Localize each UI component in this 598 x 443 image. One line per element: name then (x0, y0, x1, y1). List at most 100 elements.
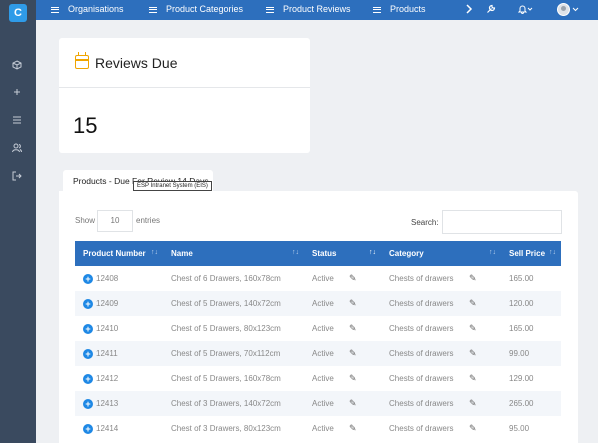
pencil-icon[interactable]: ✎ (349, 273, 357, 283)
category-cell: Chests of drawers (381, 366, 470, 391)
col-category[interactable]: Category ↑↓ (381, 241, 502, 266)
chevron-right-icon[interactable] (465, 0, 473, 20)
table-header-row: Product Number ↑↓ Name ↑↓ Status ↑↓ Categor… (75, 241, 562, 266)
sort-icon: ↑↓ (489, 249, 497, 256)
pencil-icon[interactable]: ✎ (469, 348, 477, 358)
nav-label: Organisations (68, 4, 124, 14)
table-row[interactable]: +12409 Chest of 5 Drawers, 140x72cm Active… (75, 291, 562, 316)
edit-status-cell[interactable]: ✎ (349, 416, 382, 441)
category-cell: Chests of drawers (381, 291, 470, 316)
table-row[interactable]: +12411 Chest of 5 Drawers, 70x112cm Active… (75, 341, 562, 366)
table-row[interactable]: +12413 Chest of 3 Drawers, 140x72cm Active… (75, 391, 562, 416)
edit-category-cell[interactable]: ✎ (469, 291, 502, 316)
sell-price-cell: 99.00 (501, 341, 562, 366)
sell-price-cell: 265.00 (501, 391, 562, 416)
edit-status-cell[interactable]: ✎ (349, 316, 382, 341)
users-icon[interactable] (8, 142, 26, 160)
nav-label: Product Reviews (283, 4, 351, 14)
edit-category-cell[interactable]: ✎ (469, 366, 502, 391)
pencil-icon[interactable]: ✎ (469, 273, 477, 283)
wrench-icon[interactable] (486, 0, 496, 20)
table-row[interactable]: +12410 Chest of 5 Drawers, 80x123cm Active… (75, 316, 562, 341)
edit-category-cell[interactable]: ✎ (469, 316, 502, 341)
edit-status-cell[interactable]: ✎ (349, 366, 382, 391)
name-cell: Chest of 5 Drawers, 80x123cm (163, 316, 304, 341)
edit-category-cell[interactable]: ✎ (469, 391, 502, 416)
table-row[interactable]: +12414 Chest of 3 Drawers, 80x123cm Active… (75, 416, 562, 441)
nav-product-reviews[interactable]: Product Reviews (266, 0, 351, 20)
expand-row-icon[interactable]: + (83, 323, 93, 334)
reviews-due-header: Reviews Due (59, 38, 310, 88)
pencil-icon[interactable]: ✎ (469, 298, 477, 308)
col-sell-price[interactable]: Sell Price ↑↓ (501, 241, 562, 266)
edit-category-cell[interactable]: ✎ (469, 266, 502, 291)
sell-price-cell: 95.00 (501, 416, 562, 441)
expand-row-icon[interactable]: + (83, 373, 93, 384)
pencil-icon[interactable]: ✎ (349, 298, 357, 308)
product-number-cell: +12414 (75, 416, 163, 441)
edit-status-cell[interactable]: ✎ (349, 266, 382, 291)
search-label: Search: (411, 218, 439, 227)
expand-row-icon[interactable]: + (83, 348, 93, 359)
app-logo[interactable]: C (9, 4, 27, 22)
table-row[interactable]: +12412 Chest of 5 Drawers, 160x78cm Active… (75, 366, 562, 391)
name-cell: Chest of 3 Drawers, 140x72cm (163, 391, 304, 416)
pencil-icon[interactable]: ✎ (469, 323, 477, 333)
status-cell: Active (304, 416, 349, 441)
list-icon[interactable] (8, 114, 26, 132)
avatar[interactable] (557, 3, 570, 16)
pencil-icon[interactable]: ✎ (469, 373, 477, 383)
sort-icon: ↑↓ (151, 249, 158, 256)
edit-category-cell[interactable]: ✎ (469, 341, 502, 366)
plus-icon[interactable] (8, 86, 26, 104)
pencil-icon[interactable]: ✎ (349, 323, 357, 333)
expand-row-icon[interactable]: + (83, 398, 93, 409)
nav-organisations[interactable]: Organisations (51, 0, 124, 20)
pencil-icon[interactable]: ✎ (349, 348, 357, 358)
sell-price-cell: 165.00 (501, 316, 562, 341)
nav-products[interactable]: Products (373, 0, 426, 20)
sort-icon: ↑↓ (369, 249, 377, 256)
edit-status-cell[interactable]: ✎ (349, 391, 382, 416)
sell-price-cell: 120.00 (501, 291, 562, 316)
pencil-icon[interactable]: ✎ (469, 423, 477, 433)
col-name[interactable]: Name ↑↓ (163, 241, 304, 266)
pencil-icon[interactable]: ✎ (349, 373, 357, 383)
chevron-down-icon[interactable] (572, 0, 579, 20)
product-number-cell: +12411 (75, 341, 163, 366)
expand-row-icon[interactable]: + (83, 298, 93, 309)
top-navbar: Organisations Product Categories Product… (36, 0, 598, 20)
sidebar: C (0, 0, 36, 443)
hamburger-icon (51, 5, 59, 14)
expand-row-icon[interactable]: + (83, 423, 93, 434)
calendar-icon (75, 52, 89, 69)
table-row[interactable]: +12408 Chest of 6 Drawers, 160x78cm Active… (75, 266, 562, 291)
pencil-icon[interactable]: ✎ (349, 423, 357, 433)
edit-category-cell[interactable]: ✎ (469, 416, 502, 441)
search-input[interactable] (442, 210, 562, 234)
bell-icon[interactable] (517, 0, 534, 20)
product-number-cell: +12410 (75, 316, 163, 341)
name-cell: Chest of 6 Drawers, 160x78cm (163, 266, 304, 291)
entries-label: entries (136, 216, 161, 225)
status-cell: Active (304, 291, 349, 316)
tooltip: ESP Intranet System (EIS) (133, 181, 212, 191)
sign-out-icon[interactable] (8, 170, 26, 188)
edit-status-cell[interactable]: ✎ (349, 341, 382, 366)
col-product-number[interactable]: Product Number ↑↓ (75, 241, 163, 266)
category-cell: Chests of drawers (381, 416, 470, 441)
sort-icon: ↑↓ (292, 249, 299, 256)
hamburger-icon (149, 5, 157, 14)
name-cell: Chest of 3 Drawers, 80x123cm (163, 416, 304, 441)
expand-row-icon[interactable]: + (83, 273, 93, 284)
nav-product-categories[interactable]: Product Categories (149, 0, 243, 20)
category-cell: Chests of drawers (381, 341, 470, 366)
col-status[interactable]: Status ↑↓ (304, 241, 382, 266)
pencil-icon[interactable]: ✎ (469, 398, 477, 408)
page-length-select[interactable]: 10 (97, 210, 133, 232)
pencil-icon[interactable]: ✎ (349, 398, 357, 408)
edit-status-cell[interactable]: ✎ (349, 291, 382, 316)
name-cell: Chest of 5 Drawers, 160x78cm (163, 366, 304, 391)
category-cell: Chests of drawers (381, 316, 470, 341)
cube-icon[interactable] (8, 59, 26, 77)
